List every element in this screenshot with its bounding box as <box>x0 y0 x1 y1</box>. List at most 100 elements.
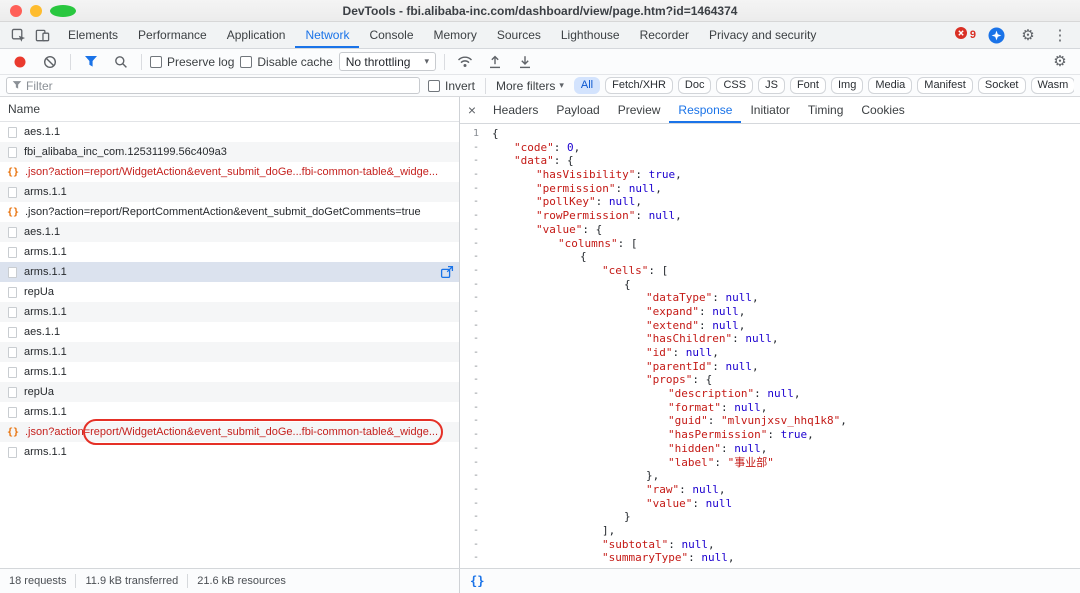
line-text: "label": "事业部" <box>486 456 774 470</box>
filter-chip-media[interactable]: Media <box>868 77 912 94</box>
line-number: - <box>460 305 486 319</box>
ai-assistant-icon[interactable] <box>984 24 1008 46</box>
request-row[interactable]: {}.json?action=report/ReportCommentActio… <box>0 202 459 222</box>
filter-chip-img[interactable]: Img <box>831 77 863 94</box>
filter-input[interactable] <box>26 78 414 93</box>
request-row[interactable]: arms.1.1 <box>0 262 459 282</box>
response-line: -"hidden": null, <box>460 442 1080 456</box>
checkbox-box <box>428 80 440 92</box>
settings-gear-icon[interactable]: ⚙ <box>1016 24 1040 46</box>
filter-chip-manifest[interactable]: Manifest <box>917 77 973 94</box>
tab-memory[interactable]: Memory <box>424 22 487 48</box>
request-row[interactable]: {}.json?action=report/WidgetAction&event… <box>0 422 459 442</box>
error-count-badge[interactable]: 9 <box>955 26 976 44</box>
network-settings-gear-icon[interactable]: ⚙ <box>1048 51 1072 73</box>
line-text: "hasVisibility": true, <box>486 168 682 182</box>
filter-chip-css[interactable]: CSS <box>716 77 753 94</box>
tab-network[interactable]: Network <box>295 22 359 48</box>
request-row[interactable]: arms.1.1 <box>0 342 459 362</box>
line-number: - <box>460 456 486 470</box>
line-text: ], <box>486 524 615 538</box>
clear-button[interactable] <box>38 51 62 73</box>
request-row[interactable]: arms.1.1 <box>0 182 459 202</box>
network-conditions-icon[interactable] <box>453 51 477 73</box>
detail-tab-initiator[interactable]: Initiator <box>741 97 798 123</box>
request-row[interactable]: arms.1.1 <box>0 442 459 462</box>
response-line: -"columns": [ <box>460 237 1080 251</box>
close-detail-icon[interactable]: × <box>460 97 484 123</box>
response-line: 1{ <box>460 127 1080 141</box>
minimize-window-button[interactable] <box>30 5 42 17</box>
preserve-log-checkbox[interactable]: Preserve log <box>150 55 234 69</box>
request-row[interactable]: aes.1.1 <box>0 322 459 342</box>
detail-tab-preview[interactable]: Preview <box>609 97 670 123</box>
line-text: "code": 0, <box>486 141 580 155</box>
request-row[interactable]: aes.1.1 <box>0 122 459 142</box>
request-row[interactable]: arms.1.1 <box>0 242 459 262</box>
tab-recorder[interactable]: Recorder <box>630 22 699 48</box>
tab-lighthouse[interactable]: Lighthouse <box>551 22 630 48</box>
response-line: -"expand": null, <box>460 305 1080 319</box>
filter-chip-js[interactable]: JS <box>758 77 785 94</box>
detail-tab-payload[interactable]: Payload <box>547 97 608 123</box>
request-row[interactable]: aes.1.1 <box>0 222 459 242</box>
tab-performance[interactable]: Performance <box>128 22 217 48</box>
name-column-label: Name <box>8 102 40 116</box>
line-text: } <box>486 510 631 524</box>
detail-tab-timing[interactable]: Timing <box>799 97 853 123</box>
invert-label: Invert <box>445 79 475 93</box>
detail-tab-headers[interactable]: Headers <box>484 97 547 123</box>
search-icon[interactable] <box>109 51 133 73</box>
request-row[interactable]: repUa <box>0 382 459 402</box>
filter-toggle-icon[interactable] <box>79 51 103 73</box>
request-row[interactable]: arms.1.1 <box>0 402 459 422</box>
filter-chip-wasm[interactable]: Wasm <box>1031 77 1075 94</box>
line-number: - <box>460 237 486 251</box>
response-line: -"hasVisibility": true, <box>460 168 1080 182</box>
toolbar-divider <box>444 54 445 70</box>
inspect-icon[interactable] <box>6 24 30 46</box>
line-number: - <box>460 264 486 278</box>
maximize-window-button[interactable] <box>50 5 76 17</box>
request-row[interactable]: arms.1.1 <box>0 302 459 322</box>
record-button[interactable] <box>8 51 32 73</box>
kebab-menu-icon[interactable]: ⋮ <box>1048 24 1072 46</box>
invert-checkbox[interactable]: Invert <box>428 79 475 93</box>
file-icon <box>8 267 17 278</box>
disable-cache-checkbox[interactable]: Disable cache <box>240 55 332 69</box>
status-item: 18 requests <box>0 574 75 588</box>
request-name: repUa <box>24 286 453 298</box>
tab-application[interactable]: Application <box>217 22 296 48</box>
file-icon <box>8 407 17 418</box>
export-har-icon[interactable] <box>483 51 507 73</box>
request-row[interactable]: fbi_alibaba_inc_com.12531199.56c409a3 <box>0 142 459 162</box>
import-har-icon[interactable] <box>513 51 537 73</box>
throttling-select[interactable]: No throttling ▾ <box>339 52 436 71</box>
line-text: "summaryType": null, <box>486 551 734 565</box>
line-number: - <box>460 497 486 511</box>
line-text: "dataType": null, <box>486 291 759 305</box>
device-toolbar-icon[interactable] <box>30 24 54 46</box>
request-row[interactable]: arms.1.1 <box>0 362 459 382</box>
detail-tab-response[interactable]: Response <box>669 97 741 123</box>
filter-chip-font[interactable]: Font <box>790 77 826 94</box>
line-text: "permission": null, <box>486 182 662 196</box>
open-in-new-icon[interactable] <box>440 265 454 279</box>
json-file-icon: {} <box>6 207 20 218</box>
tab-privacy-and-security[interactable]: Privacy and security <box>699 22 826 48</box>
filter-chip-all[interactable]: All <box>574 77 600 94</box>
request-row[interactable]: {}.json?action=report/WidgetAction&event… <box>0 162 459 182</box>
more-filters-button[interactable]: More filters ▾ <box>496 79 564 93</box>
close-window-button[interactable] <box>10 5 22 17</box>
chevron-down-icon: ▾ <box>559 80 564 91</box>
tab-console[interactable]: Console <box>359 22 423 48</box>
detail-tab-cookies[interactable]: Cookies <box>852 97 913 123</box>
tab-sources[interactable]: Sources <box>487 22 551 48</box>
filter-chip-doc[interactable]: Doc <box>678 77 712 94</box>
tab-elements[interactable]: Elements <box>58 22 128 48</box>
name-column-header[interactable]: Name <box>0 97 459 122</box>
filter-chip-socket[interactable]: Socket <box>978 77 1026 94</box>
request-row[interactable]: repUa <box>0 282 459 302</box>
format-toggle[interactable]: {} <box>470 574 484 588</box>
filter-chip-fetch-xhr[interactable]: Fetch/XHR <box>605 77 673 94</box>
